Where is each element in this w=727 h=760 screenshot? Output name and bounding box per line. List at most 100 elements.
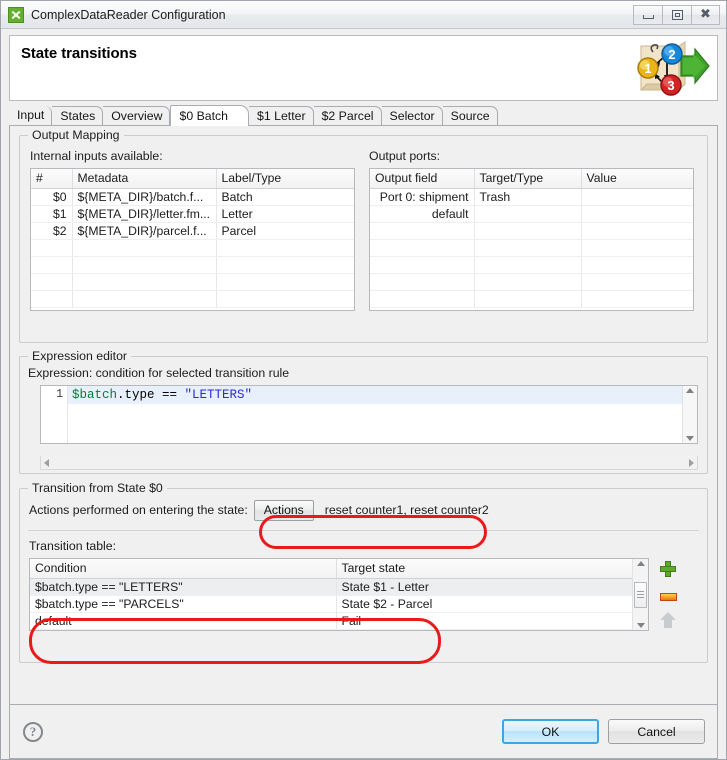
transition-table[interactable]: Condition Target state $batch.type == "L… [29, 558, 649, 631]
header-banner: State transitions 2 1 3 [9, 35, 718, 101]
plus-icon[interactable] [659, 560, 677, 578]
tab-input[interactable]: Input [9, 106, 53, 125]
expression-code-editor[interactable]: 1 $batch.type == "LETTERS" [40, 385, 698, 444]
tab-content-s0-batch: Output Mapping Internal inputs available… [9, 125, 718, 705]
column-header-condition[interactable]: Condition [30, 559, 337, 579]
table-row[interactable]: $2 ${META_DIR}/parcel.f... Parcel [31, 222, 354, 240]
table-row-empty[interactable] [31, 239, 354, 257]
cell-label: Letter [216, 205, 354, 223]
cell-metadata: ${META_DIR}/letter.fm... [72, 205, 217, 223]
table-row-empty[interactable] [31, 273, 354, 291]
maximize-button[interactable] [662, 4, 691, 25]
scrollbar-thumb[interactable] [634, 581, 647, 608]
expression-caption: Expression: condition for selected trans… [28, 366, 290, 380]
code-token-variable: $batch [72, 388, 118, 402]
dialog-buttons: OK Cancel [502, 719, 705, 744]
table-row-empty[interactable] [370, 256, 693, 274]
column-header-target-state[interactable]: Target state [336, 559, 632, 579]
table-row[interactable]: Port 0: shipment Trash [370, 188, 693, 206]
cell-target-state: State $2 - Parcel [336, 595, 632, 613]
cell-output-field: default [370, 205, 475, 223]
close-icon: ✖ [700, 7, 711, 22]
expression-horizontal-scrollbar[interactable] [40, 456, 698, 470]
code-token-operator: .type == [117, 388, 185, 402]
title-bar: ComplexDataReader Configuration ✖ [1, 1, 726, 29]
table-row-empty[interactable] [31, 290, 354, 308]
cell-num: $2 [31, 222, 73, 240]
internal-inputs-table[interactable]: # Metadata Label/Type $0 ${META_DIR}/bat… [30, 168, 355, 311]
tab-states[interactable]: States [52, 106, 104, 125]
table-row-empty[interactable] [370, 222, 693, 240]
transition-group-label: Transition from State $0 [28, 481, 167, 495]
output-ports-table[interactable]: Output field Target/Type Value Port 0: s… [369, 168, 694, 311]
column-header-output-field[interactable]: Output field [370, 169, 475, 189]
minimize-button[interactable] [633, 4, 662, 25]
close-button[interactable]: ✖ [691, 4, 720, 25]
table-row[interactable]: $1 ${META_DIR}/letter.fm... Letter [31, 205, 354, 223]
table-header-row: Condition Target state [30, 559, 632, 579]
cell-condition: $batch.type == "PARCELS" [30, 595, 337, 613]
window-controls: ✖ [633, 4, 724, 25]
table-row-empty[interactable] [370, 290, 693, 308]
cancel-button[interactable]: Cancel [608, 719, 705, 744]
tab-bar: Input States Overview $0 Batch $1 Letter… [9, 105, 718, 126]
tab-selector[interactable]: Selector [381, 106, 443, 125]
scroll-up-icon[interactable] [686, 388, 694, 393]
cell-target-type: Trash [474, 188, 582, 206]
cell-metadata: ${META_DIR}/parcel.f... [72, 222, 217, 240]
table-row[interactable]: $batch.type == "LETTERS" State $1 - Lett… [30, 578, 632, 596]
tab-s1-letter[interactable]: $1 Letter [249, 106, 314, 125]
transition-table-buttons [649, 558, 687, 631]
transition-table-scrollbar[interactable] [632, 559, 648, 630]
page-title: State transitions [21, 45, 137, 62]
actions-caption: Actions performed on entering the state: [29, 503, 248, 517]
code-area[interactable]: $batch.type == "LETTERS" [68, 386, 682, 443]
minus-icon[interactable] [659, 593, 677, 601]
svg-text:2: 2 [668, 47, 675, 62]
scroll-down-icon[interactable] [636, 623, 645, 628]
help-button[interactable]: ? [23, 721, 43, 742]
scroll-up-icon[interactable] [636, 561, 645, 566]
scroll-down-icon[interactable] [686, 436, 694, 441]
column-header-num[interactable]: # [31, 169, 73, 189]
actions-button[interactable]: Actions [253, 499, 314, 521]
tab-overview[interactable]: Overview [103, 106, 171, 125]
cell-condition: default [30, 612, 337, 630]
scroll-right-icon[interactable] [689, 458, 694, 467]
up-arrow-icon[interactable] [660, 612, 676, 628]
table-row[interactable]: default [370, 205, 693, 223]
table-row[interactable]: $batch.type == "PARCELS" State $2 - Parc… [30, 595, 632, 613]
ok-button[interactable]: OK [502, 719, 599, 744]
transition-group: Transition from State $0 Actions perform… [19, 481, 708, 663]
cell-label: Batch [216, 188, 354, 206]
table-row-empty[interactable] [31, 256, 354, 274]
code-line[interactable]: $batch.type == "LETTERS" [68, 386, 682, 404]
actions-value: reset counter1, reset counter2 [324, 503, 489, 517]
table-row-empty[interactable] [370, 273, 693, 291]
output-ports-panel: Output ports: Output field Target/Type V… [369, 149, 694, 311]
tab-s2-parcel[interactable]: $2 Parcel [313, 106, 382, 125]
svg-text:3: 3 [667, 78, 674, 93]
table-row[interactable]: default Fail [30, 612, 632, 630]
actions-row: Actions performed on entering the state:… [29, 499, 707, 521]
tab-s0-batch[interactable]: $0 Batch [170, 105, 250, 126]
column-header-value[interactable]: Value [581, 169, 693, 189]
table-row[interactable]: $0 ${META_DIR}/batch.f... Batch [31, 188, 354, 206]
state-transitions-diagram-icon: 2 1 3 [637, 41, 710, 96]
cell-num: $1 [31, 205, 73, 223]
dialog-button-bar: ? OK Cancel [9, 705, 718, 759]
expression-editor-group: Expression editor Expression: condition … [19, 349, 708, 474]
column-header-label-type[interactable]: Label/Type [216, 169, 354, 189]
line-number-gutter: 1 [41, 386, 68, 443]
column-header-metadata[interactable]: Metadata [72, 169, 217, 189]
cell-condition: $batch.type == "LETTERS" [30, 578, 337, 596]
table-header-row: # Metadata Label/Type [31, 169, 354, 189]
code-token-string: "LETTERS" [184, 388, 253, 402]
expression-editor-label: Expression editor [28, 349, 132, 363]
scroll-left-icon[interactable] [44, 458, 49, 467]
column-header-target-type[interactable]: Target/Type [474, 169, 582, 189]
table-row-empty[interactable] [370, 239, 693, 257]
maximize-icon [671, 9, 683, 20]
expression-vertical-scrollbar[interactable] [682, 386, 697, 443]
tab-source[interactable]: Source [442, 106, 498, 125]
